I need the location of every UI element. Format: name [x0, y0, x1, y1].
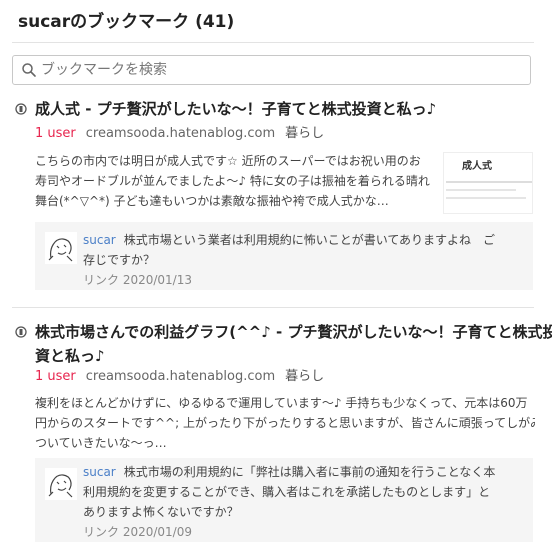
entry-description: 複利をほとんどかけずに、ゆるゆるで運用しています～♪ 手持ちも少なくって、元本は…	[35, 396, 535, 450]
comment-user-link[interactable]: sucar	[83, 233, 116, 247]
user-comment: sucar 株式市場の利用規約に「弊社は購入者に事前の通知を行うことなく本 利用規…	[35, 458, 533, 542]
thumbnail-text: 成人式	[462, 161, 492, 172]
page-title: sucarのブックマーク (41)	[18, 12, 235, 32]
comment-text: 株式市場の利用規約に「弊社は購入者に事前の通知を行うことなく本	[123, 465, 496, 479]
user-comment: sucar 株式市場という業者は利用規約に怖いことが書いてありますよね ご 存じで…	[35, 222, 533, 290]
comment-text: ありますよ怖くないですか？	[83, 505, 239, 519]
bookmark-page: sucarのブックマーク (41) 成人式 - プチ贅沢がしたいな～！子育てと株…	[0, 0, 552, 554]
comment-text: 存じですか？	[83, 253, 156, 267]
entry-thumbnail[interactable]: 成人式	[443, 152, 533, 214]
avatar[interactable]	[45, 468, 77, 500]
entry-title-link[interactable]: 成人式 - プチ贅沢がしたいな～！子育てと株式投資と私っ♪	[35, 97, 436, 121]
users-count-link[interactable]: 1 user	[35, 369, 76, 384]
category-link[interactable]: 暮らし	[285, 369, 324, 384]
comment-date-link[interactable]: リンク 2020/01/13	[83, 270, 495, 290]
entry-description: こちらの市内では明日が成人式です☆ 近所のスーパーではお祝い用のお 寿司やオード…	[35, 154, 430, 208]
comment-text: 株式市場という業者は利用規約に怖いことが書いてありますよね ご	[123, 233, 496, 247]
comment-user-link[interactable]: sucar	[83, 465, 116, 479]
favicon-icon	[15, 326, 27, 338]
entry-title-link[interactable]: 株式市場さんでの利益グラフ(^^♪ - プチ贅沢がしたいな～！子育てと株式投 資…	[35, 320, 552, 368]
comment-body: sucar 株式市場という業者は利用規約に怖いことが書いてありますよね ご 存じで…	[83, 230, 495, 290]
search-input[interactable]	[41, 57, 530, 83]
entry-meta: 1 user creamsooda.hatenablog.com 暮らし	[35, 125, 324, 143]
favicon-icon	[15, 103, 27, 115]
comment-body: sucar 株式市場の利用規約に「弊社は購入者に事前の通知を行うことなく本 利用規…	[83, 462, 495, 542]
entry-meta: 1 user creamsooda.hatenablog.com 暮らし	[35, 368, 324, 386]
entry-divider	[12, 307, 534, 308]
category-link[interactable]: 暮らし	[285, 126, 324, 141]
search-box[interactable]	[12, 55, 531, 85]
domain-link[interactable]: creamsooda.hatenablog.com	[86, 369, 275, 384]
users-count-link[interactable]: 1 user	[35, 126, 76, 141]
comment-date-link[interactable]: リンク 2020/01/09	[83, 522, 495, 542]
domain-link[interactable]: creamsooda.hatenablog.com	[86, 126, 275, 141]
comment-text: 利用規約を変更することができ、購入者はこれを承諾したものとします」と	[83, 485, 491, 499]
header-divider	[12, 42, 534, 43]
avatar[interactable]	[45, 232, 77, 264]
search-icon	[22, 63, 36, 77]
